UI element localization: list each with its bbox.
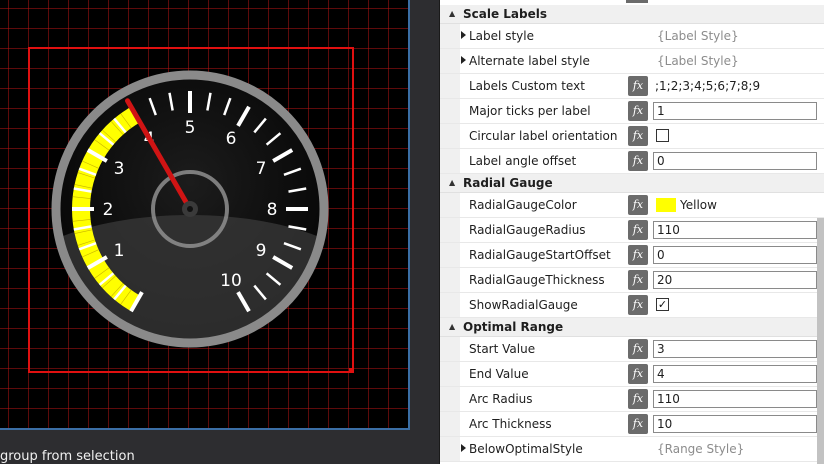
prop-name: Label angle offset bbox=[469, 154, 577, 168]
fx-button[interactable]: fx bbox=[628, 339, 648, 359]
prop-row-start-value[interactable]: Start Value fx bbox=[440, 337, 824, 362]
fx-button[interactable]: fx bbox=[628, 414, 648, 434]
row-gutter bbox=[440, 193, 460, 217]
row-gutter bbox=[440, 362, 460, 386]
prop-row-circular-label-orientation[interactable]: Circular label orientation fx bbox=[440, 124, 824, 149]
collapse-triangle-icon[interactable]: ▲ bbox=[449, 322, 455, 331]
category-label: Optimal Range bbox=[463, 320, 564, 334]
top-scroll-indicator[interactable] bbox=[626, 0, 648, 3]
row-gutter bbox=[440, 387, 460, 411]
label-angle-offset-input[interactable] bbox=[653, 152, 817, 170]
prop-name: RadialGaugeColor bbox=[469, 198, 577, 212]
prop-name: Arc Radius bbox=[469, 392, 533, 406]
collapse-triangle-icon[interactable]: ▲ bbox=[449, 178, 455, 187]
prop-name: Start Value bbox=[469, 342, 536, 356]
circular-label-orientation-checkbox[interactable] bbox=[656, 129, 669, 142]
expand-arrow-icon[interactable] bbox=[461, 31, 466, 39]
row-gutter bbox=[440, 437, 460, 461]
prop-name: RadialGaugeThickness bbox=[469, 273, 605, 287]
category-scale-labels[interactable]: ▲ Scale Labels bbox=[440, 5, 824, 24]
row-gutter bbox=[440, 124, 460, 148]
fx-button[interactable]: fx bbox=[628, 364, 648, 384]
prop-name: Label style bbox=[469, 29, 534, 43]
prop-name: Major ticks per label bbox=[469, 104, 591, 118]
start-value-input[interactable] bbox=[653, 340, 817, 358]
end-value-input[interactable] bbox=[653, 365, 817, 383]
fx-button[interactable]: fx bbox=[628, 101, 648, 121]
prop-name: RadialGaugeStartOffset bbox=[469, 248, 611, 262]
expand-arrow-icon[interactable] bbox=[461, 444, 466, 452]
fx-button[interactable]: fx bbox=[628, 126, 648, 146]
expand-arrow-icon[interactable] bbox=[461, 56, 466, 64]
row-gutter bbox=[440, 218, 460, 242]
prop-row-radial-gauge-radius[interactable]: RadialGaugeRadius fx bbox=[440, 218, 824, 243]
prop-name: Circular label orientation bbox=[469, 129, 618, 143]
row-gutter bbox=[440, 74, 460, 98]
prop-row-arc-radius[interactable]: Arc Radius fx bbox=[440, 387, 824, 412]
fx-button[interactable]: fx bbox=[628, 270, 648, 290]
prop-row-label-style[interactable]: Label style {Label Style} bbox=[440, 24, 824, 49]
fx-button[interactable]: fx bbox=[628, 389, 648, 409]
category-radial-gauge[interactable]: ▲ Radial Gauge bbox=[440, 174, 824, 193]
selection-rectangle[interactable] bbox=[28, 47, 354, 373]
row-gutter bbox=[440, 243, 460, 267]
prop-row-major-ticks-per-label[interactable]: Major ticks per label fx bbox=[440, 99, 824, 124]
show-radial-gauge-checkbox[interactable]: ✓ bbox=[656, 298, 669, 311]
row-gutter bbox=[440, 337, 460, 361]
prop-name: Arc Thickness bbox=[469, 417, 552, 431]
status-text: group from selection bbox=[0, 449, 135, 464]
prop-row-end-value[interactable]: End Value fx bbox=[440, 362, 824, 387]
prop-row-alternate-label-style[interactable]: Alternate label style {Label Style} bbox=[440, 49, 824, 74]
prop-name: ShowRadialGauge bbox=[469, 298, 578, 312]
prop-row-radial-gauge-thickness[interactable]: RadialGaugeThickness fx bbox=[440, 268, 824, 293]
prop-value: {Label Style} bbox=[657, 54, 739, 68]
row-gutter bbox=[440, 268, 460, 292]
row-gutter bbox=[440, 24, 460, 48]
prop-row-radial-gauge-color[interactable]: RadialGaugeColor fx Yellow bbox=[440, 193, 824, 218]
row-gutter bbox=[440, 293, 460, 317]
fx-button[interactable]: fx bbox=[628, 220, 648, 240]
arc-radius-input[interactable] bbox=[653, 390, 817, 408]
arc-thickness-input[interactable] bbox=[653, 415, 817, 433]
row-gutter bbox=[440, 412, 460, 436]
property-grid-scrollbar[interactable] bbox=[817, 218, 824, 464]
category-label: Radial Gauge bbox=[463, 176, 553, 190]
radial-gauge-start-offset-input[interactable] bbox=[653, 246, 817, 264]
prop-value: {Range Style} bbox=[657, 442, 745, 456]
prop-name: End Value bbox=[469, 367, 529, 381]
labels-custom-text-value[interactable]: ;1;2;3;4;5;6;7;8;9 bbox=[655, 79, 760, 93]
prop-name: RadialGaugeRadius bbox=[469, 223, 586, 237]
prop-row-show-radial-gauge[interactable]: ShowRadialGauge fx ✓ bbox=[440, 293, 824, 318]
prop-row-label-angle-offset[interactable]: Label angle offset fx bbox=[440, 149, 824, 174]
property-grid: ▲ Scale Labels Label style {Label Style}… bbox=[440, 0, 824, 464]
prop-row-below-optimal-style[interactable]: BelowOptimalStyle {Range Style} bbox=[440, 437, 824, 462]
prop-value: {Label Style} bbox=[657, 29, 739, 43]
radial-gauge-thickness-input[interactable] bbox=[653, 271, 817, 289]
fx-button[interactable]: fx bbox=[628, 195, 648, 215]
prop-row-arc-thickness[interactable]: Arc Thickness fx bbox=[440, 412, 824, 437]
fx-button[interactable]: fx bbox=[628, 76, 648, 96]
fx-button[interactable]: fx bbox=[628, 295, 648, 315]
designer-canvas[interactable]: 12345678910 bbox=[0, 0, 410, 430]
fx-button[interactable]: fx bbox=[628, 245, 648, 265]
resize-handle[interactable] bbox=[349, 368, 354, 373]
row-gutter bbox=[440, 99, 460, 123]
prop-row-labels-custom-text[interactable]: Labels Custom text fx ;1;2;3;4;5;6;7;8;9 bbox=[440, 74, 824, 99]
panel-splitter[interactable] bbox=[418, 0, 440, 464]
category-label: Scale Labels bbox=[463, 7, 548, 21]
row-gutter bbox=[440, 149, 460, 173]
color-value[interactable]: Yellow bbox=[680, 198, 717, 212]
prop-name: Labels Custom text bbox=[469, 79, 585, 93]
prop-row-radial-gauge-start-offset[interactable]: RadialGaugeStartOffset fx bbox=[440, 243, 824, 268]
prop-name: Alternate label style bbox=[469, 54, 590, 68]
fx-button[interactable]: fx bbox=[628, 151, 648, 171]
row-gutter bbox=[440, 49, 460, 73]
category-optimal-range[interactable]: ▲ Optimal Range bbox=[440, 318, 824, 337]
prop-name: BelowOptimalStyle bbox=[469, 442, 583, 456]
collapse-triangle-icon[interactable]: ▲ bbox=[449, 9, 455, 18]
radial-gauge-radius-input[interactable] bbox=[653, 221, 817, 239]
major-ticks-per-label-input[interactable] bbox=[653, 102, 817, 120]
color-swatch[interactable] bbox=[656, 198, 676, 212]
